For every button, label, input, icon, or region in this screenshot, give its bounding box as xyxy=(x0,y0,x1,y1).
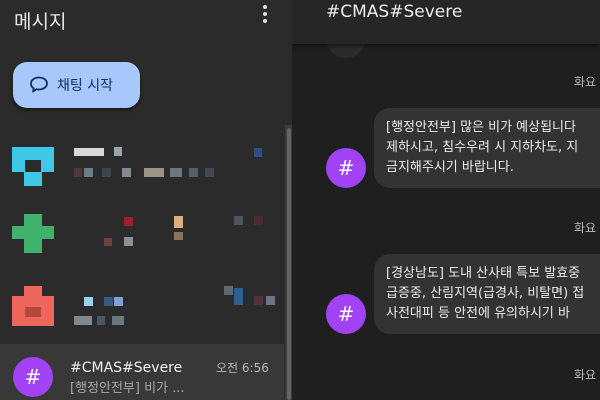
avatar xyxy=(12,143,54,186)
message-line: 사전대피 등 안전에 유의하시기 바 xyxy=(386,306,570,321)
message-line: 제하시고, 침수우려 시 지하차도, 지 xyxy=(386,140,579,155)
avatar xyxy=(12,210,54,253)
conversation-item-cmas[interactable]: # #CMAS#Severe 오전 6:56 [행정안전부] 비가 ... xyxy=(0,344,284,400)
conversation-snippet: [행정안전부] 비가 ... xyxy=(70,381,185,396)
sender-avatar: # xyxy=(326,148,366,188)
sender-avatar: # xyxy=(326,294,366,334)
message-line: 금지해주시기 바랍니다. xyxy=(386,160,514,175)
avatar: # xyxy=(13,357,53,397)
chat-bubble-icon xyxy=(30,76,48,93)
chat-pane: #CMAS#Severe 화요 # [행정안전부] 많은 비가 예상됩니다 제하… xyxy=(292,0,600,400)
conversation-time: 오전 6:56 xyxy=(216,361,269,375)
conversation-name: #CMAS#Severe xyxy=(70,360,183,376)
message-line: 급증중, 산림지역(급경사, 비탈면) 접 xyxy=(386,286,585,301)
app-title: 메시지 xyxy=(14,11,67,33)
message-line: [행정안전부] 많은 비가 예상됩니다 xyxy=(386,120,576,135)
date-label: 화요 xyxy=(574,221,597,235)
conversation-item-redacted[interactable] xyxy=(0,278,284,336)
scrollbar-thumb[interactable] xyxy=(287,128,291,400)
start-chat-button[interactable]: 채팅 시작 xyxy=(13,62,140,108)
message-bubble[interactable]: [경상남도] 도내 산사태 특보 발효중 급증중, 산림지역(급경사, 비탈면)… xyxy=(374,254,600,334)
conversation-item-redacted[interactable] xyxy=(0,210,284,268)
avatar xyxy=(12,278,54,326)
conversation-item-redacted[interactable] xyxy=(0,143,284,201)
date-label: 화요 xyxy=(574,75,597,89)
date-label: 화요 xyxy=(574,368,597,382)
message-bubble[interactable]: [행정안전부] 많은 비가 예상됩니다 제하시고, 침수우려 시 지하차도, 지… xyxy=(374,108,600,188)
conversation-list-pane: 메시지 채팅 시작 # #CMAS#Severe 오전 6:56 [행정안전부]… xyxy=(0,0,292,400)
chat-header: #CMAS#Severe xyxy=(292,0,600,44)
more-vert-icon[interactable] xyxy=(255,3,275,25)
chat-title: #CMAS#Severe xyxy=(326,2,463,22)
start-chat-label: 채팅 시작 xyxy=(57,78,113,94)
message-line: [경상남도] 도내 산사태 특보 발효중 xyxy=(386,266,581,281)
